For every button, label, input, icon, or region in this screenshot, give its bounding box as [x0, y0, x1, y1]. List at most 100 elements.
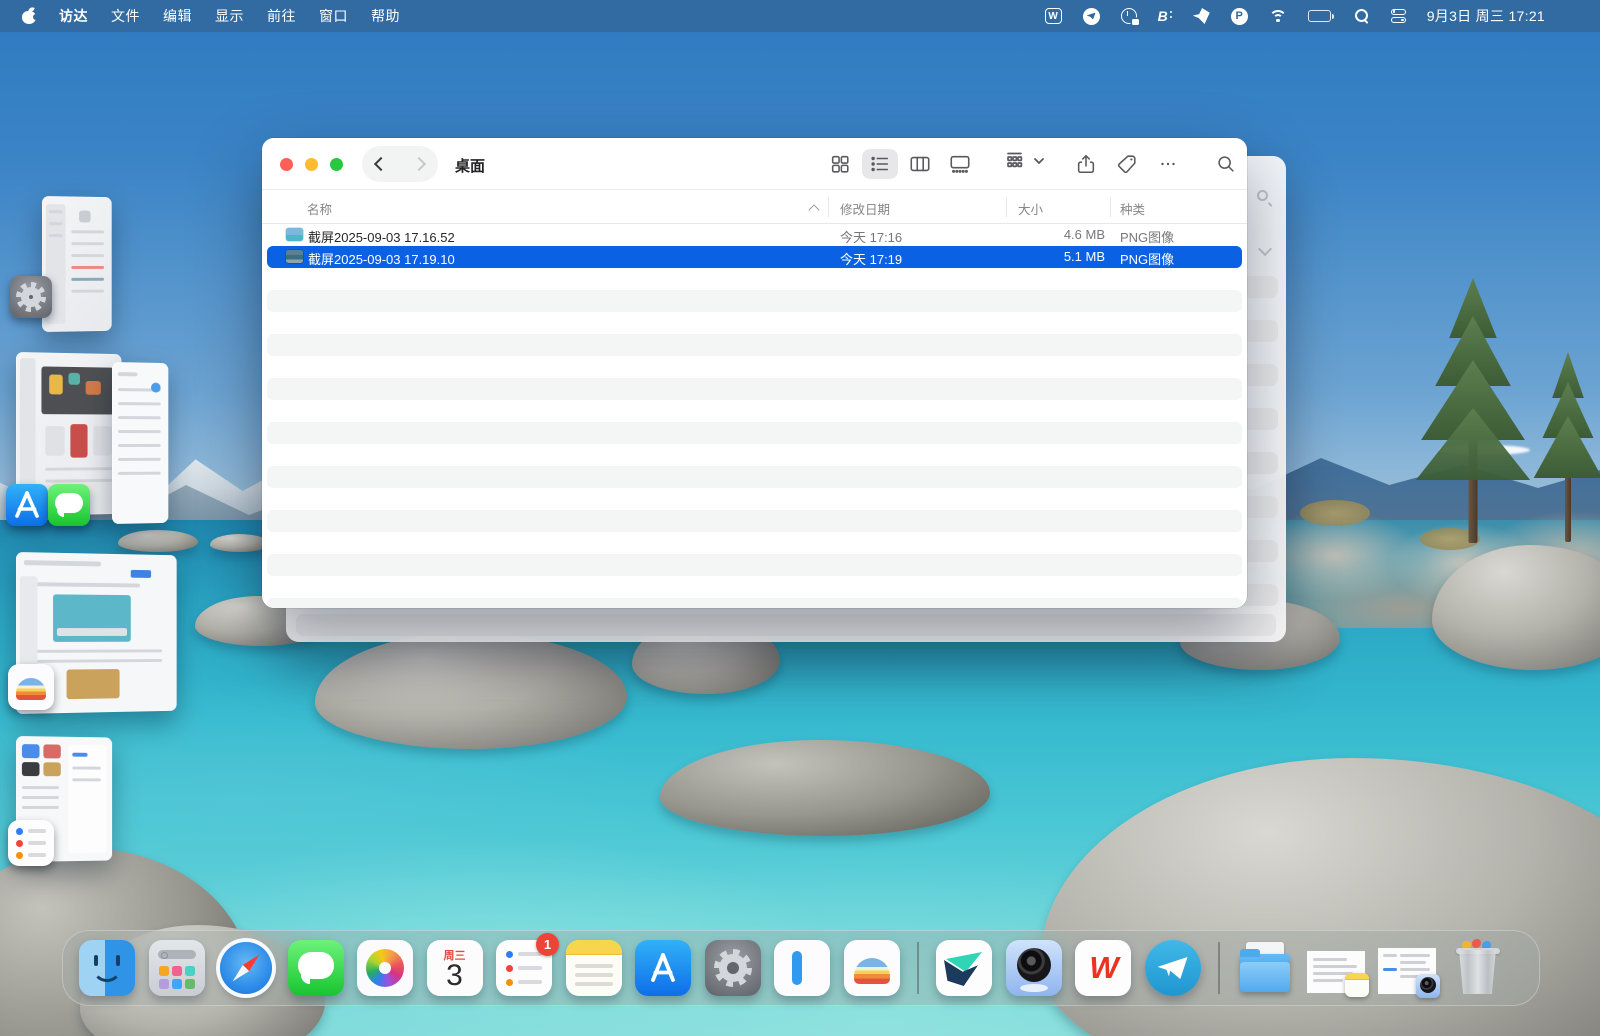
empty-row: [262, 532, 1247, 554]
dock: 周三 3 1 W: [62, 930, 1540, 1006]
dock-downloads-folder-icon[interactable]: [1237, 940, 1293, 996]
small-pine-tree: [1528, 352, 1600, 542]
dock-minimized-window-lens[interactable]: [1378, 948, 1436, 994]
empty-row: [262, 312, 1247, 334]
zoom-button[interactable]: [330, 158, 343, 171]
tag-icon: [1116, 153, 1138, 175]
dock-calendar-icon[interactable]: 周三 3: [427, 940, 483, 996]
gallery-view-icon: [949, 153, 971, 175]
file-row[interactable]: 截屏2025-09-03 17.16.52 今天 17:16 4.6 MB PN…: [262, 224, 1247, 246]
control-center-icon[interactable]: [1391, 7, 1406, 25]
file-name: 截屏2025-09-03 17.16.52: [308, 227, 455, 246]
menu-file[interactable]: 文件: [111, 6, 140, 26]
lens-mini-icon: [1416, 974, 1440, 998]
more-button[interactable]: [1150, 149, 1186, 179]
wps-menubar-icon[interactable]: W: [1045, 8, 1062, 24]
tag-button[interactable]: [1109, 149, 1145, 179]
menu-view[interactable]: 显示: [215, 6, 244, 26]
telegram-menubar-icon[interactable]: [1083, 8, 1100, 25]
list-view-icon: [869, 153, 891, 175]
dock-messages-icon[interactable]: [288, 940, 344, 996]
menu-go[interactable]: 前往: [267, 6, 296, 26]
column-view-button[interactable]: [902, 149, 938, 179]
navigation-pill: [362, 146, 438, 182]
sort-ascending-icon: [810, 203, 819, 212]
file-modified: 今天 17:16: [840, 227, 902, 246]
wifi-icon[interactable]: [1269, 10, 1287, 23]
empty-row: [262, 268, 1247, 290]
battery-icon[interactable]: [1308, 7, 1334, 25]
share-icon: [1075, 153, 1097, 175]
icon-view-button[interactable]: [822, 149, 858, 179]
lock-clock-menubar-icon[interactable]: [1121, 8, 1137, 24]
rock: [118, 530, 198, 552]
p-app-menubar-icon[interactable]: P: [1231, 8, 1248, 25]
empty-row: [262, 290, 1247, 312]
gallery-view-button[interactable]: [942, 149, 978, 179]
minimize-button[interactable]: [305, 158, 318, 171]
forward-button[interactable]: [412, 157, 426, 171]
dock-lens-app-icon[interactable]: [1006, 940, 1062, 996]
dock-app-store-icon[interactable]: [635, 940, 691, 996]
file-kind: PNG图像: [1120, 227, 1174, 246]
empty-row: [262, 334, 1247, 356]
rock: [210, 534, 270, 552]
dock-divider: [1218, 942, 1220, 994]
menu-app-name[interactable]: 访达: [59, 6, 88, 26]
dock-telegram-icon[interactable]: [1145, 940, 1201, 996]
dock-photos-icon[interactable]: [357, 940, 413, 996]
app-store-stage-icon: [6, 484, 48, 526]
group-by-button[interactable]: [1004, 149, 1045, 173]
dock-trash-icon[interactable]: [1450, 940, 1506, 996]
stage-group-settings[interactable]: [42, 196, 112, 332]
dock-notes-icon[interactable]: [566, 940, 622, 996]
dry-grass: [1300, 500, 1370, 526]
group-by-icon: [1004, 149, 1028, 173]
close-button[interactable]: [280, 158, 293, 171]
menubar-clock[interactable]: 9月3日 周三 17:21: [1427, 6, 1545, 26]
column-header-kind[interactable]: 种类: [1120, 199, 1145, 218]
file-thumbnail-icon: [286, 250, 303, 263]
dock-launchpad-icon[interactable]: [149, 940, 205, 996]
column-header-modified[interactable]: 修改日期: [840, 199, 890, 218]
menu-window[interactable]: 窗口: [319, 6, 348, 26]
stage-group-messages-window[interactable]: [112, 362, 168, 524]
notification-badge: 1: [536, 933, 559, 956]
list-view-button[interactable]: [862, 149, 898, 179]
column-header-name[interactable]: 名称: [307, 199, 332, 218]
spotlight-icon[interactable]: [1355, 9, 1370, 24]
file-size: 4.6 MB: [1002, 227, 1105, 242]
dock-safari-icon[interactable]: [220, 942, 272, 994]
dock-reminders-icon[interactable]: 1: [496, 940, 552, 996]
back-button[interactable]: [374, 157, 388, 171]
system-settings-stage-icon: [10, 276, 52, 318]
ghost-search-icon: [1257, 190, 1268, 201]
column-header-size[interactable]: 大小: [1018, 199, 1043, 218]
file-row-selected[interactable]: 截屏2025-09-03 17.19.10 今天 17:19 5.1 MB PN…: [262, 246, 1247, 268]
dock-minimized-window-notes[interactable]: [1307, 951, 1365, 993]
dock-finder-icon[interactable]: [79, 940, 135, 996]
dock-wps-office-icon[interactable]: W: [1075, 940, 1131, 996]
share-button[interactable]: [1068, 149, 1104, 179]
dock-pill-app-icon[interactable]: [774, 940, 830, 996]
empty-row: [262, 400, 1247, 422]
bird-app-menubar-icon[interactable]: [1193, 8, 1210, 24]
search-button[interactable]: [1208, 149, 1244, 179]
more-icon: [1157, 153, 1179, 175]
finder-window: 桌面 名称 修改日期: [262, 138, 1247, 608]
file-modified: 今天 17:19: [840, 249, 902, 268]
messages-stage-icon: [48, 484, 90, 526]
file-size: 5.1 MB: [1002, 249, 1105, 264]
empty-row: [262, 576, 1247, 598]
finder-titlebar[interactable]: 桌面: [262, 138, 1247, 190]
menu-help[interactable]: 帮助: [371, 6, 400, 26]
dock-sunrise-app-icon[interactable]: [844, 940, 900, 996]
apple-menu-icon[interactable]: [22, 8, 36, 24]
empty-row: [262, 554, 1247, 576]
window-title: 桌面: [455, 155, 485, 176]
dock-system-settings-icon[interactable]: [705, 940, 761, 996]
menu-edit[interactable]: 编辑: [163, 6, 192, 26]
dock-leaf-app-icon[interactable]: [936, 940, 992, 996]
b-app-menubar-icon[interactable]: B: [1158, 7, 1172, 25]
empty-row: [262, 444, 1247, 466]
